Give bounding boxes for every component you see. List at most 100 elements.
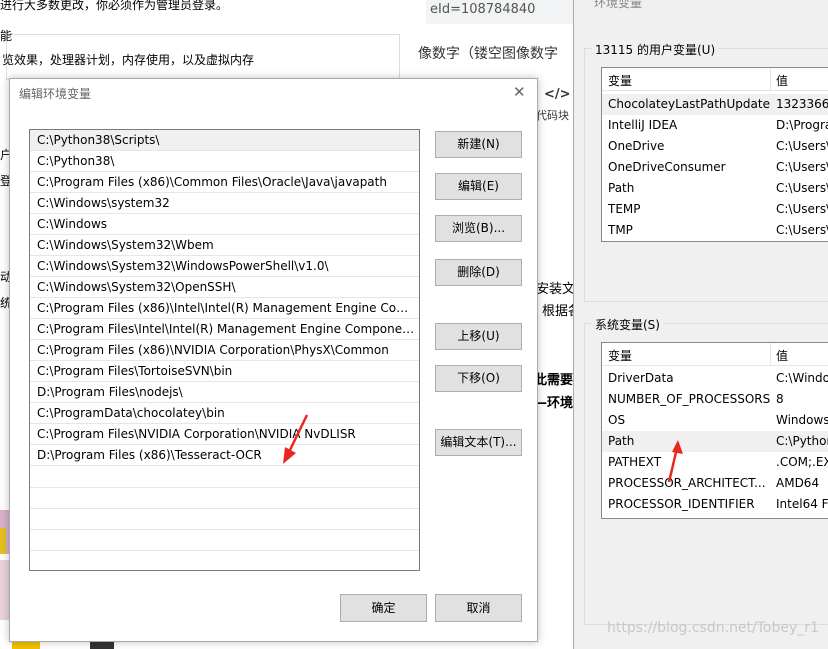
environment-variables-window: 环境变量 13115 的用户变量(U) 变量 值 ChocolateyLastP… xyxy=(573,0,828,649)
performance-desc: 览效果，处理器计划，内存使用，以及虚拟内存 xyxy=(2,53,255,67)
delete-button[interactable]: 删除(D) xyxy=(435,259,522,286)
new-button[interactable]: 新建(N) xyxy=(435,131,522,158)
path-entry[interactable]: C:\Python38\ xyxy=(30,151,419,172)
annotation-arrow xyxy=(283,414,309,464)
user-variable-row[interactable]: IntelliJ IDEA D:\Progra xyxy=(602,115,828,136)
path-entry[interactable]: C:\Program Files\TortoiseSVN\bin xyxy=(30,361,419,382)
path-list[interactable]: C:\Python38\Scripts\ C:\Python38\ C:\Pro… xyxy=(29,129,420,571)
variable-name: OneDriveConsumer xyxy=(608,160,726,174)
list-header: 变量 值 xyxy=(602,343,828,366)
edit-environment-variable-dialog: 编辑环境变量 ✕ C:\Python38\Scripts\ C:\Python3… xyxy=(9,78,538,642)
variable-name: Path xyxy=(608,434,635,448)
variable-name: PROCESSOR_ARCHITECT... xyxy=(608,476,766,490)
path-entry[interactable]: C:\Windows xyxy=(30,214,419,235)
code-block-icon[interactable]: </> xyxy=(544,87,571,102)
user-variable-row[interactable]: OneDrive C:\Users\ xyxy=(602,136,828,157)
variable-name: TMP xyxy=(608,223,633,237)
empty-row[interactable] xyxy=(30,466,419,488)
system-variable-row[interactable]: DriverData C:\Windo xyxy=(602,368,828,389)
variable-name: IntelliJ IDEA xyxy=(608,118,678,132)
code-block-label: 代码块 xyxy=(536,109,569,122)
variable-name: TEMP xyxy=(608,202,641,216)
path-entry[interactable]: C:\Program Files (x86)\Intel\Intel(R) Ma… xyxy=(30,298,419,319)
path-entry[interactable]: C:\Program Files (x86)\Common Files\Orac… xyxy=(30,172,419,193)
variable-value: 8 xyxy=(776,392,784,406)
variable-name: DriverData xyxy=(608,371,674,385)
taskbar-thumb xyxy=(0,528,6,554)
system-variables-list[interactable]: 变量 值 DriverData C:\Windo NUMBER_OF_PROCES… xyxy=(601,342,828,519)
url-text: eId=108784840 xyxy=(430,2,536,17)
system-variable-row[interactable]: NUMBER_OF_PROCESSORS 8 xyxy=(602,389,828,410)
system-variables-label: 系统变量(S) xyxy=(592,316,663,333)
path-entry[interactable]: C:\Windows\System32\WindowsPowerShell\v1… xyxy=(30,256,419,277)
variable-name: PATHEXT xyxy=(608,455,662,469)
window-title: 环境变量 xyxy=(594,0,643,10)
cancel-button[interactable]: 取消 xyxy=(435,594,522,622)
move-down-button[interactable]: 下移(O) xyxy=(435,365,522,392)
variable-name: OS xyxy=(608,413,626,427)
system-variable-row[interactable]: OS Windows_ xyxy=(602,410,828,431)
annotation-arrow xyxy=(667,440,683,483)
variable-value: D:\Progra xyxy=(776,118,828,132)
address-bar[interactable]: eId=108784840 xyxy=(426,0,576,24)
variable-name: PROCESSOR_IDENTIFIER xyxy=(608,497,755,511)
variable-name: NUMBER_OF_PROCESSORS xyxy=(608,392,771,406)
path-entry[interactable]: C:\Windows\System32\Wbem xyxy=(30,235,419,256)
variable-name: OneDrive xyxy=(608,139,665,153)
empty-row[interactable] xyxy=(30,487,419,509)
variable-name: Path xyxy=(608,181,635,195)
user-variable-row[interactable]: TMP C:\Users\ xyxy=(602,220,828,241)
variable-value: C:\Users\ xyxy=(776,202,828,216)
empty-row[interactable] xyxy=(30,508,419,530)
user-variable-row[interactable]: Path C:\Users\ xyxy=(602,178,828,199)
column-value-header[interactable]: 值 xyxy=(776,72,788,89)
system-variable-row[interactable]: PATHEXT .COM;.EX xyxy=(602,452,828,473)
article-title: 像数字（镂空图像数字 xyxy=(418,46,558,62)
user-variables-label: 13115 的用户变量(U) xyxy=(592,41,719,58)
user-variable-row[interactable]: OneDriveConsumer C:\Users\ xyxy=(602,157,828,178)
ok-button[interactable]: 确定 xyxy=(340,594,427,622)
variable-value: C:\Pythor xyxy=(776,434,828,448)
variable-value: .COM;.EX xyxy=(776,455,828,469)
watermark: https://blog.csdn.net/Tobey_r1 xyxy=(607,620,819,636)
dialog-title: 编辑环境变量 xyxy=(19,87,92,101)
variable-value: C:\Users\ xyxy=(776,181,828,195)
path-entry[interactable]: C:\Program Files\Intel\Intel(R) Manageme… xyxy=(30,319,419,340)
path-entry[interactable]: D:\Program Files (x86)\Tesseract-OCR xyxy=(30,445,419,466)
path-entry[interactable]: C:\Windows\system32 xyxy=(30,193,419,214)
path-entry[interactable]: C:\ProgramData\chocolatey\bin xyxy=(30,403,419,424)
column-name-header[interactable]: 变量 xyxy=(608,72,632,89)
variable-value: Windows_ xyxy=(776,413,828,427)
move-up-button[interactable]: 上移(U) xyxy=(435,323,522,350)
close-icon[interactable]: ✕ xyxy=(513,83,526,101)
admin-notice: 进行大多数更改，你必须作为管理员登录。 xyxy=(0,0,229,12)
user-variables-list[interactable]: 变量 值 ChocolateyLastPathUpdate 13233665 In… xyxy=(601,67,828,242)
browse-button[interactable]: 浏览(B)... xyxy=(435,215,522,242)
article-text: —环境 xyxy=(534,396,574,411)
column-name-header[interactable]: 变量 xyxy=(608,347,632,364)
path-entry[interactable]: D:\Program Files\nodejs\ xyxy=(30,382,419,403)
variable-value: AMD64 xyxy=(776,476,820,490)
path-entry[interactable]: C:\Program Files (x86)\NVIDIA Corporatio… xyxy=(30,340,419,361)
edit-button[interactable]: 编辑(E) xyxy=(435,173,522,200)
variable-value: Intel64 Fa xyxy=(776,497,828,511)
variable-value: C:\Windo xyxy=(776,371,828,385)
column-value-header[interactable]: 值 xyxy=(776,347,788,364)
column-divider[interactable] xyxy=(770,68,771,90)
user-variable-row[interactable]: TEMP C:\Users\ xyxy=(602,199,828,220)
empty-row[interactable] xyxy=(30,529,419,551)
path-entry[interactable]: C:\Python38\Scripts\ xyxy=(30,130,419,151)
column-divider[interactable] xyxy=(770,343,771,365)
user-variable-row[interactable]: ChocolateyLastPathUpdate 13233665 xyxy=(602,94,828,115)
variable-value: 13233665 xyxy=(776,97,828,111)
path-entry[interactable]: C:\Program Files\NVIDIA Corporation\NVID… xyxy=(30,424,419,445)
edit-text-button[interactable]: 编辑文本(T)... xyxy=(435,429,522,456)
variable-value: C:\Users\ xyxy=(776,223,828,237)
performance-label: 能 xyxy=(0,29,13,43)
system-variable-row[interactable]: Path C:\Pythor xyxy=(602,431,828,452)
system-variable-row[interactable]: PROCESSOR_ARCHITECT... AMD64 xyxy=(602,473,828,494)
system-variable-row[interactable]: PROCESSOR_IDENTIFIER Intel64 Fa xyxy=(602,494,828,515)
path-entry[interactable]: C:\Windows\System32\OpenSSH\ xyxy=(30,277,419,298)
variable-name: ChocolateyLastPathUpdate xyxy=(608,97,770,111)
variable-value: C:\Users\ xyxy=(776,160,828,174)
